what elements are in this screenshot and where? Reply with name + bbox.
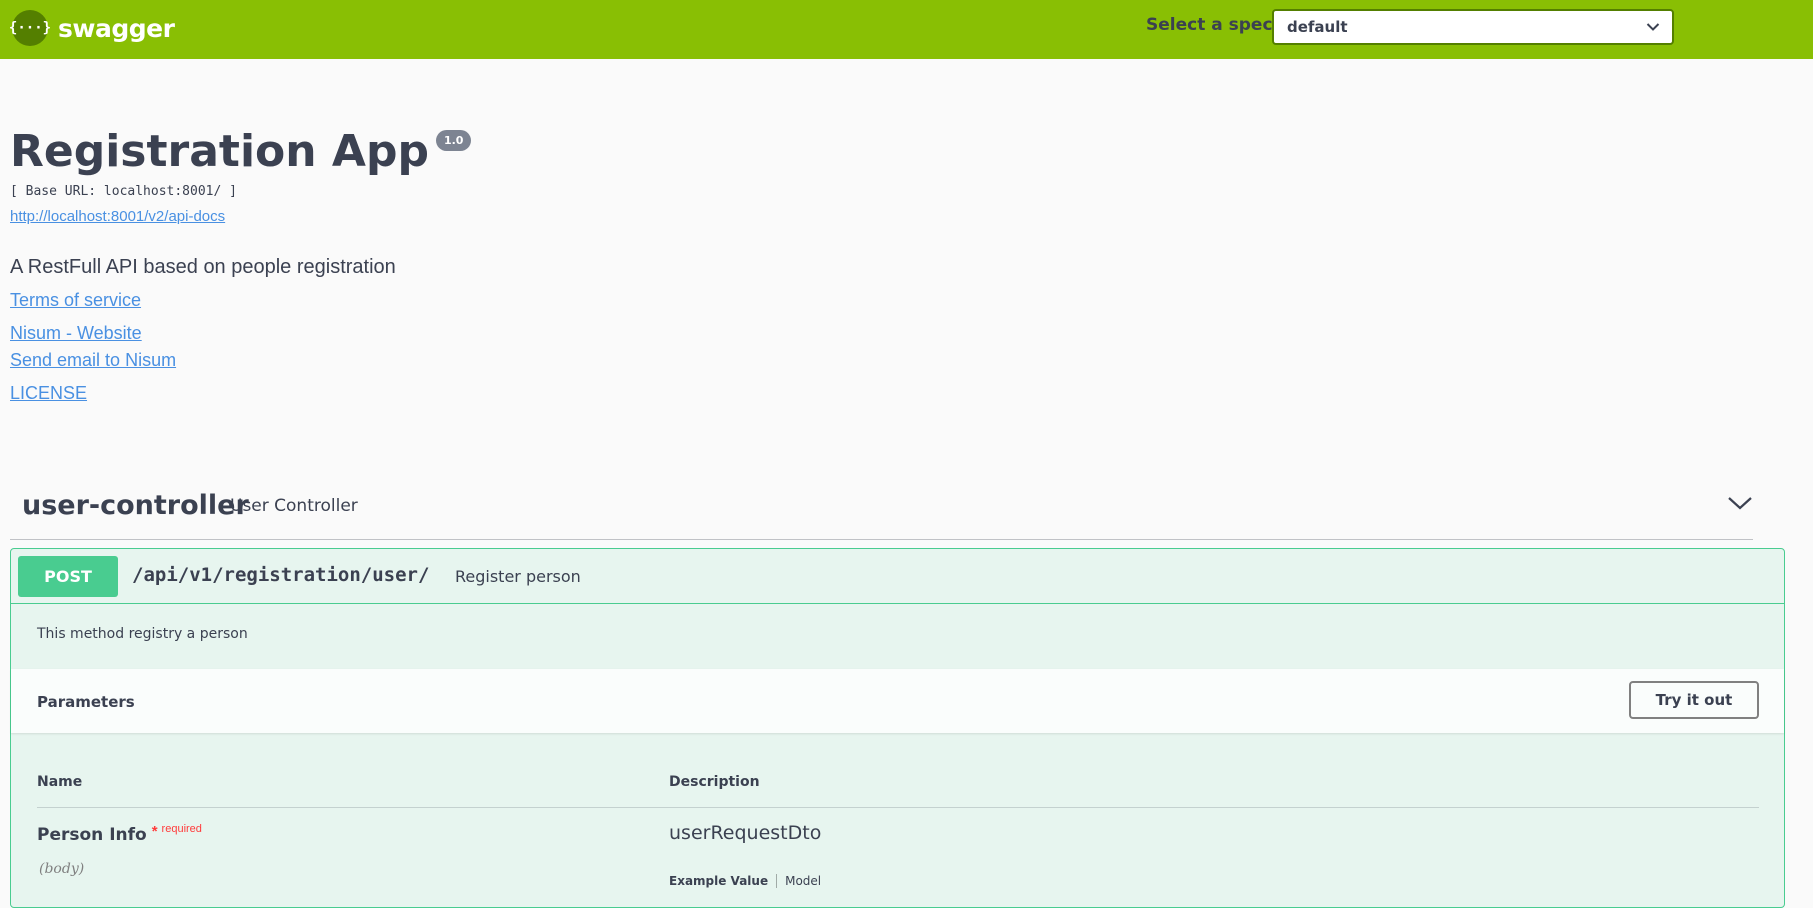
operation-summary: Register person	[455, 567, 581, 586]
required-label: required	[161, 823, 202, 835]
try-it-out-button[interactable]: Try it out	[1629, 681, 1759, 719]
tab-model[interactable]: Model	[777, 874, 821, 888]
parameters-title: Parameters	[37, 693, 135, 711]
parameter-name: Person Info	[37, 825, 147, 845]
api-description: A RestFull API based on people registrat…	[10, 256, 396, 278]
tag-description: User Controller	[230, 496, 358, 516]
method-badge: POST	[18, 556, 118, 597]
column-header-description: Description	[669, 774, 760, 790]
parameter-name-row: Person Info * required	[37, 823, 202, 845]
api-title-row: Registration App 1.0	[10, 126, 472, 178]
email-link[interactable]: Send email to Nisum	[10, 350, 176, 371]
page-title: Registration App	[10, 126, 429, 177]
base-url: [ Base URL: localhost:8001/ ]	[10, 184, 237, 199]
column-header-name: Name	[37, 774, 83, 790]
license-link[interactable]: LICENSE	[10, 383, 87, 404]
tab-example-value[interactable]: Example Value	[669, 874, 778, 888]
swagger-logo-icon: {···}	[9, 10, 51, 46]
version-badge: 1.0	[435, 130, 472, 151]
model-tabs: Example Value Model	[669, 874, 821, 888]
spec-select-value: default	[1287, 18, 1348, 36]
chevron-down-icon	[1646, 23, 1660, 31]
opblock-summary[interactable]: POST /api/v1/registration/user/ Register…	[11, 549, 1784, 604]
operation-description: This method registry a person	[37, 626, 248, 642]
tag-name: user-controller	[22, 490, 249, 521]
required-star: *	[151, 823, 158, 840]
operation-path: /api/v1/registration/user/	[132, 564, 430, 586]
opblock-post-register-user: POST /api/v1/registration/user/ Register…	[10, 548, 1785, 908]
terms-of-service-link[interactable]: Terms of service	[10, 290, 141, 311]
website-link[interactable]: Nisum - Website	[10, 323, 142, 344]
chevron-down-icon[interactable]	[1727, 495, 1753, 511]
swagger-logo-text: swagger	[58, 13, 175, 43]
tag-header-user-controller[interactable]: user-controller User Controller	[10, 480, 1753, 540]
topbar: {···} swagger Select a spec default	[0, 0, 1813, 59]
parameter-in: (body)	[39, 861, 85, 877]
swagger-logo[interactable]: {···} swagger	[9, 10, 175, 46]
parameters-header: Parameters Try it out	[11, 669, 1784, 733]
spec-select[interactable]: default	[1272, 9, 1674, 45]
table-divider	[37, 807, 1759, 808]
api-docs-link[interactable]: http://localhost:8001/v2/api-docs	[10, 208, 225, 225]
select-spec-label: Select a spec	[1146, 15, 1273, 35]
parameter-type: userRequestDto	[669, 822, 822, 844]
